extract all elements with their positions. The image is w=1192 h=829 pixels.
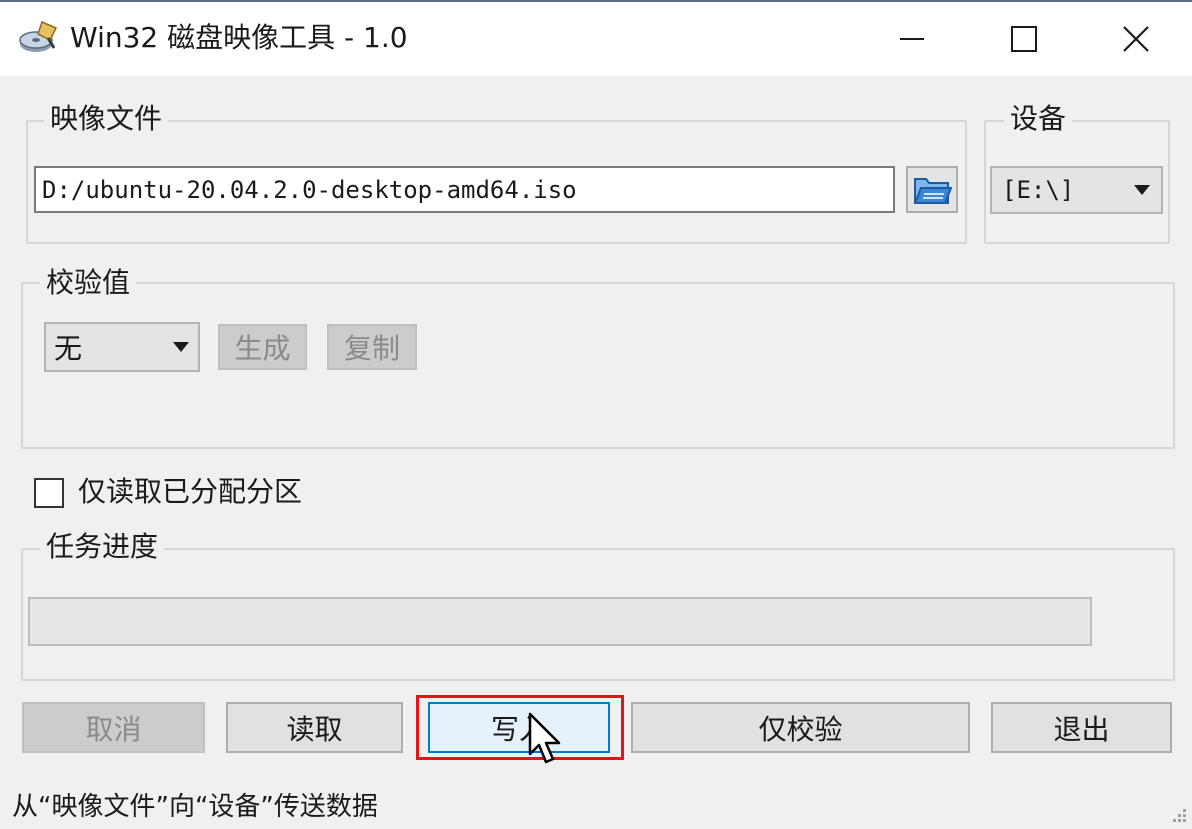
image-file-path-input[interactable] bbox=[34, 166, 895, 213]
progress-label: 任务进度 bbox=[40, 530, 165, 564]
exit-button[interactable]: 退出 bbox=[991, 702, 1172, 753]
hash-type-select-value: 无 bbox=[54, 332, 83, 365]
cancel-button[interactable]: 取消 bbox=[22, 702, 205, 753]
status-text: 从“映像文件”向“设备”传送数据 bbox=[12, 792, 378, 822]
maximize-button[interactable] bbox=[968, 2, 1080, 76]
size-grip-icon[interactable] bbox=[1164, 800, 1188, 824]
folder-open-icon bbox=[913, 177, 952, 204]
readonly-allocated-checkbox[interactable] bbox=[34, 478, 64, 508]
progress-bar bbox=[28, 597, 1092, 646]
device-select-value: [E:\] bbox=[1002, 176, 1075, 204]
close-icon bbox=[1123, 26, 1149, 52]
mouse-pointer-icon bbox=[528, 712, 564, 768]
readonly-allocated-label[interactable]: 仅读取已分配分区 bbox=[78, 474, 302, 510]
verify-only-button[interactable]: 仅校验 bbox=[631, 702, 970, 753]
disk-imager-icon bbox=[18, 18, 60, 58]
write-button-highlight bbox=[416, 695, 624, 760]
browse-button[interactable] bbox=[906, 166, 958, 213]
maximize-icon bbox=[1011, 26, 1037, 52]
copy-hash-button[interactable]: 复制 bbox=[327, 324, 417, 370]
generate-hash-button[interactable]: 生成 bbox=[218, 324, 307, 370]
close-button[interactable] bbox=[1080, 2, 1192, 76]
minimize-button[interactable] bbox=[856, 2, 968, 76]
device-select[interactable]: [E:\] bbox=[990, 166, 1163, 214]
image-file-label: 映像文件 bbox=[44, 102, 169, 136]
chevron-down-icon bbox=[1134, 185, 1150, 195]
read-button[interactable]: 读取 bbox=[226, 702, 403, 753]
chevron-down-icon bbox=[173, 342, 189, 352]
window-title: Win32 磁盘映像工具 - 1.0 bbox=[70, 21, 408, 54]
hash-label: 校验值 bbox=[40, 266, 137, 300]
hash-type-select[interactable]: 无 bbox=[44, 322, 200, 372]
device-label: 设备 bbox=[1004, 102, 1073, 136]
minimize-icon bbox=[900, 38, 924, 40]
